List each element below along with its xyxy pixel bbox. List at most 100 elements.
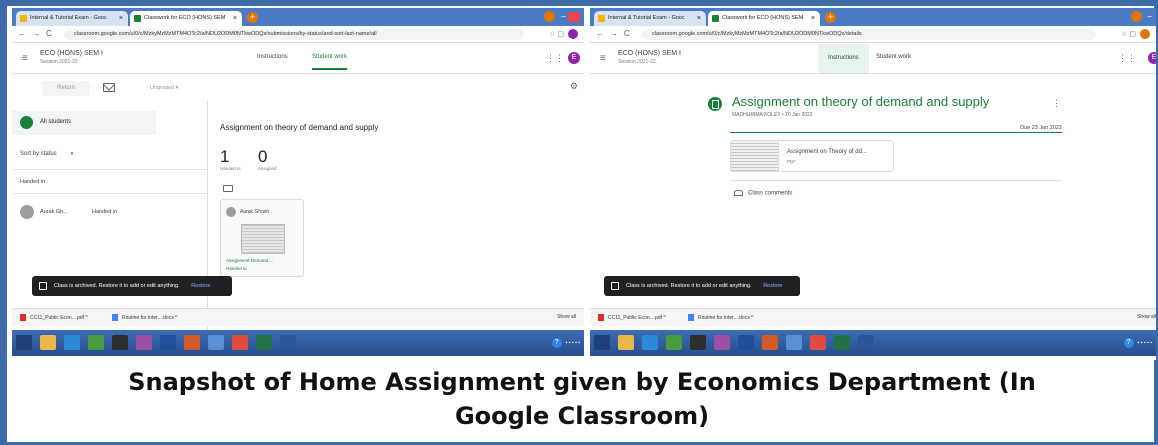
browser-tab-strip: Internal & Tutorial Exam - Gooc × Classw… (12, 8, 584, 26)
return-button[interactable]: Return (42, 81, 90, 96)
app-icon[interactable] (690, 335, 706, 350)
nav-arrows-icon[interactable]: ←→C (596, 29, 636, 38)
app-icon[interactable] (786, 335, 802, 350)
window-controls: – (1130, 11, 1152, 23)
apps-grid-icon[interactable]: ⋮⋮ (1118, 53, 1136, 64)
ie-icon[interactable] (64, 335, 80, 350)
browser-tab-classroom[interactable]: Classwork for ECO (HONS) SEM × (130, 11, 242, 26)
close-icon[interactable]: × (233, 11, 237, 26)
new-tab-button[interactable]: + (247, 12, 258, 23)
file-thumbnail[interactable] (731, 141, 779, 171)
close-window-icon[interactable] (568, 11, 580, 22)
browser-tab-strip: Internal & Tutorial Exam - Gooc × Classw… (590, 8, 1156, 26)
file-thumbnail[interactable] (241, 224, 285, 254)
avatar[interactable] (568, 29, 578, 39)
app-icon[interactable] (136, 335, 152, 350)
class-comments-link[interactable]: Class comments (734, 190, 792, 197)
caption-line: Snapshot of Home Assignment given by Eco… (128, 368, 1036, 396)
url-field[interactable]: classroom.google.com/u/0/c/MzkyMzMzMTM4O… (64, 29, 524, 40)
tab-instructions[interactable]: Instructions (818, 44, 869, 73)
tab-student-work[interactable]: Student work (876, 54, 911, 60)
divider (12, 169, 207, 170)
menu-icon[interactable]: ≡ (22, 53, 28, 64)
close-icon[interactable]: × (119, 11, 123, 26)
toolbar-icons[interactable]: ☆ ▢ (1121, 29, 1150, 39)
folder-icon[interactable] (223, 185, 233, 192)
minimize-icon[interactable]: – (561, 12, 565, 21)
download-item[interactable]: CC11_Public Econ....pdf ^ (20, 314, 88, 321)
download-name: Routine for Inter....docx (122, 314, 174, 321)
submission-card[interactable]: Aurak Ghosh Assignment-Demand ... Handed… (220, 199, 304, 277)
hp-icon[interactable] (738, 335, 754, 350)
excel-icon[interactable] (834, 335, 850, 350)
toolbar-icons[interactable]: ☆ ▢ (549, 29, 578, 39)
assignment-title: Assignment on theory of demand and suppl… (220, 123, 379, 132)
nav-arrows-icon[interactable]: ←→C (18, 29, 58, 38)
tab-student-work[interactable]: Student work (312, 54, 348, 70)
sort-select[interactable]: Sort by status ▾ (20, 151, 73, 157)
profile-icon[interactable] (1130, 11, 1142, 22)
close-icon[interactable]: × (697, 11, 701, 26)
chrome-icon[interactable] (810, 335, 826, 350)
system-tray[interactable]: ? ▪ ▪ ▪ ▪ ▪ (1123, 338, 1152, 348)
profile-icon[interactable] (544, 11, 556, 22)
explorer-icon[interactable] (618, 335, 634, 350)
all-students-item[interactable]: All students (12, 111, 156, 135)
avatar[interactable]: E (1148, 52, 1156, 64)
mail-icon[interactable] (103, 83, 115, 92)
explorer-icon[interactable] (40, 335, 56, 350)
word-icon[interactable] (858, 335, 874, 350)
browser-tab-drive[interactable]: Internal & Tutorial Exam - Gooc × (594, 11, 706, 26)
url-field[interactable]: classroom.google.com/u/0/c/MzkyMzMzMTM4O… (642, 29, 1096, 40)
app-icon[interactable] (184, 335, 200, 350)
help-icon[interactable]: ? (551, 338, 562, 348)
tab-label: Internal & Tutorial Exam - Gooc (30, 15, 107, 21)
grade-filter-select[interactable]: Ungraded ▾ (150, 85, 178, 91)
ie-icon[interactable] (642, 335, 658, 350)
card-file-name[interactable]: Assignment-Demand ... (226, 258, 273, 263)
hp-icon[interactable] (160, 335, 176, 350)
start-icon[interactable] (16, 335, 32, 350)
restore-button[interactable]: Restore (763, 283, 782, 289)
class-name[interactable]: ECO (HONS) SEM I (40, 50, 103, 57)
show-all-button[interactable]: Show all (1137, 314, 1156, 320)
more-options-icon[interactable]: ⋮ (1052, 98, 1061, 109)
card-student-name: Aurak Ghosh (240, 209, 270, 215)
browser-tab-drive[interactable]: Internal & Tutorial Exam - Gooc × (16, 11, 128, 26)
download-item[interactable]: CC11_Public Econ....pdf ^ (598, 314, 666, 321)
app-icon[interactable] (112, 335, 128, 350)
apps-grid-icon[interactable]: ⋮⋮ (546, 53, 564, 64)
attachment-name[interactable]: Assignment on Theory of dd... (787, 149, 867, 155)
download-item[interactable]: Routine for Inter....docx ^ (688, 314, 753, 321)
excel-icon[interactable] (256, 335, 272, 350)
new-tab-button[interactable]: + (825, 12, 836, 23)
app-icon[interactable] (88, 335, 104, 350)
handed-in-heading: Handed in (20, 179, 46, 185)
browser-tab-classroom[interactable]: Classwork for ECO (HONS) SEM × (708, 11, 820, 26)
avatar[interactable]: E (568, 52, 580, 64)
app-icon[interactable] (208, 335, 224, 350)
start-icon[interactable] (594, 335, 610, 350)
menu-icon[interactable]: ≡ (600, 53, 606, 64)
app-icon[interactable] (714, 335, 730, 350)
tab-instructions[interactable]: Instructions (257, 54, 288, 60)
show-all-button[interactable]: Show all (557, 314, 576, 320)
caption-line: Google Classroom) (454, 402, 710, 430)
word-icon[interactable] (280, 335, 296, 350)
attachment-card[interactable]: Assignment on Theory of dd... PDF (730, 140, 894, 172)
restore-button[interactable]: Restore (191, 283, 210, 289)
close-icon[interactable]: × (811, 11, 815, 26)
system-tray[interactable]: ? ▪ ▪ ▪ ▪ ▪ (551, 338, 580, 348)
app-icon[interactable] (666, 335, 682, 350)
minimize-icon[interactable]: – (1148, 12, 1152, 21)
help-icon[interactable]: ? (1123, 338, 1134, 348)
download-item[interactable]: Routine for Inter....docx ^ (112, 314, 177, 321)
settings-icon[interactable]: ⚙ (570, 81, 578, 92)
class-name[interactable]: ECO (HONS) SEM I (618, 50, 681, 57)
app-icon[interactable] (762, 335, 778, 350)
class-session: Session 2021-22 (618, 59, 656, 65)
avatar[interactable] (1140, 29, 1150, 39)
chrome-icon[interactable] (232, 335, 248, 350)
snackbar-message: Class is archived. Restore it to add or … (54, 283, 180, 289)
student-row[interactable]: Aurak Gh... Handed in (12, 197, 208, 229)
